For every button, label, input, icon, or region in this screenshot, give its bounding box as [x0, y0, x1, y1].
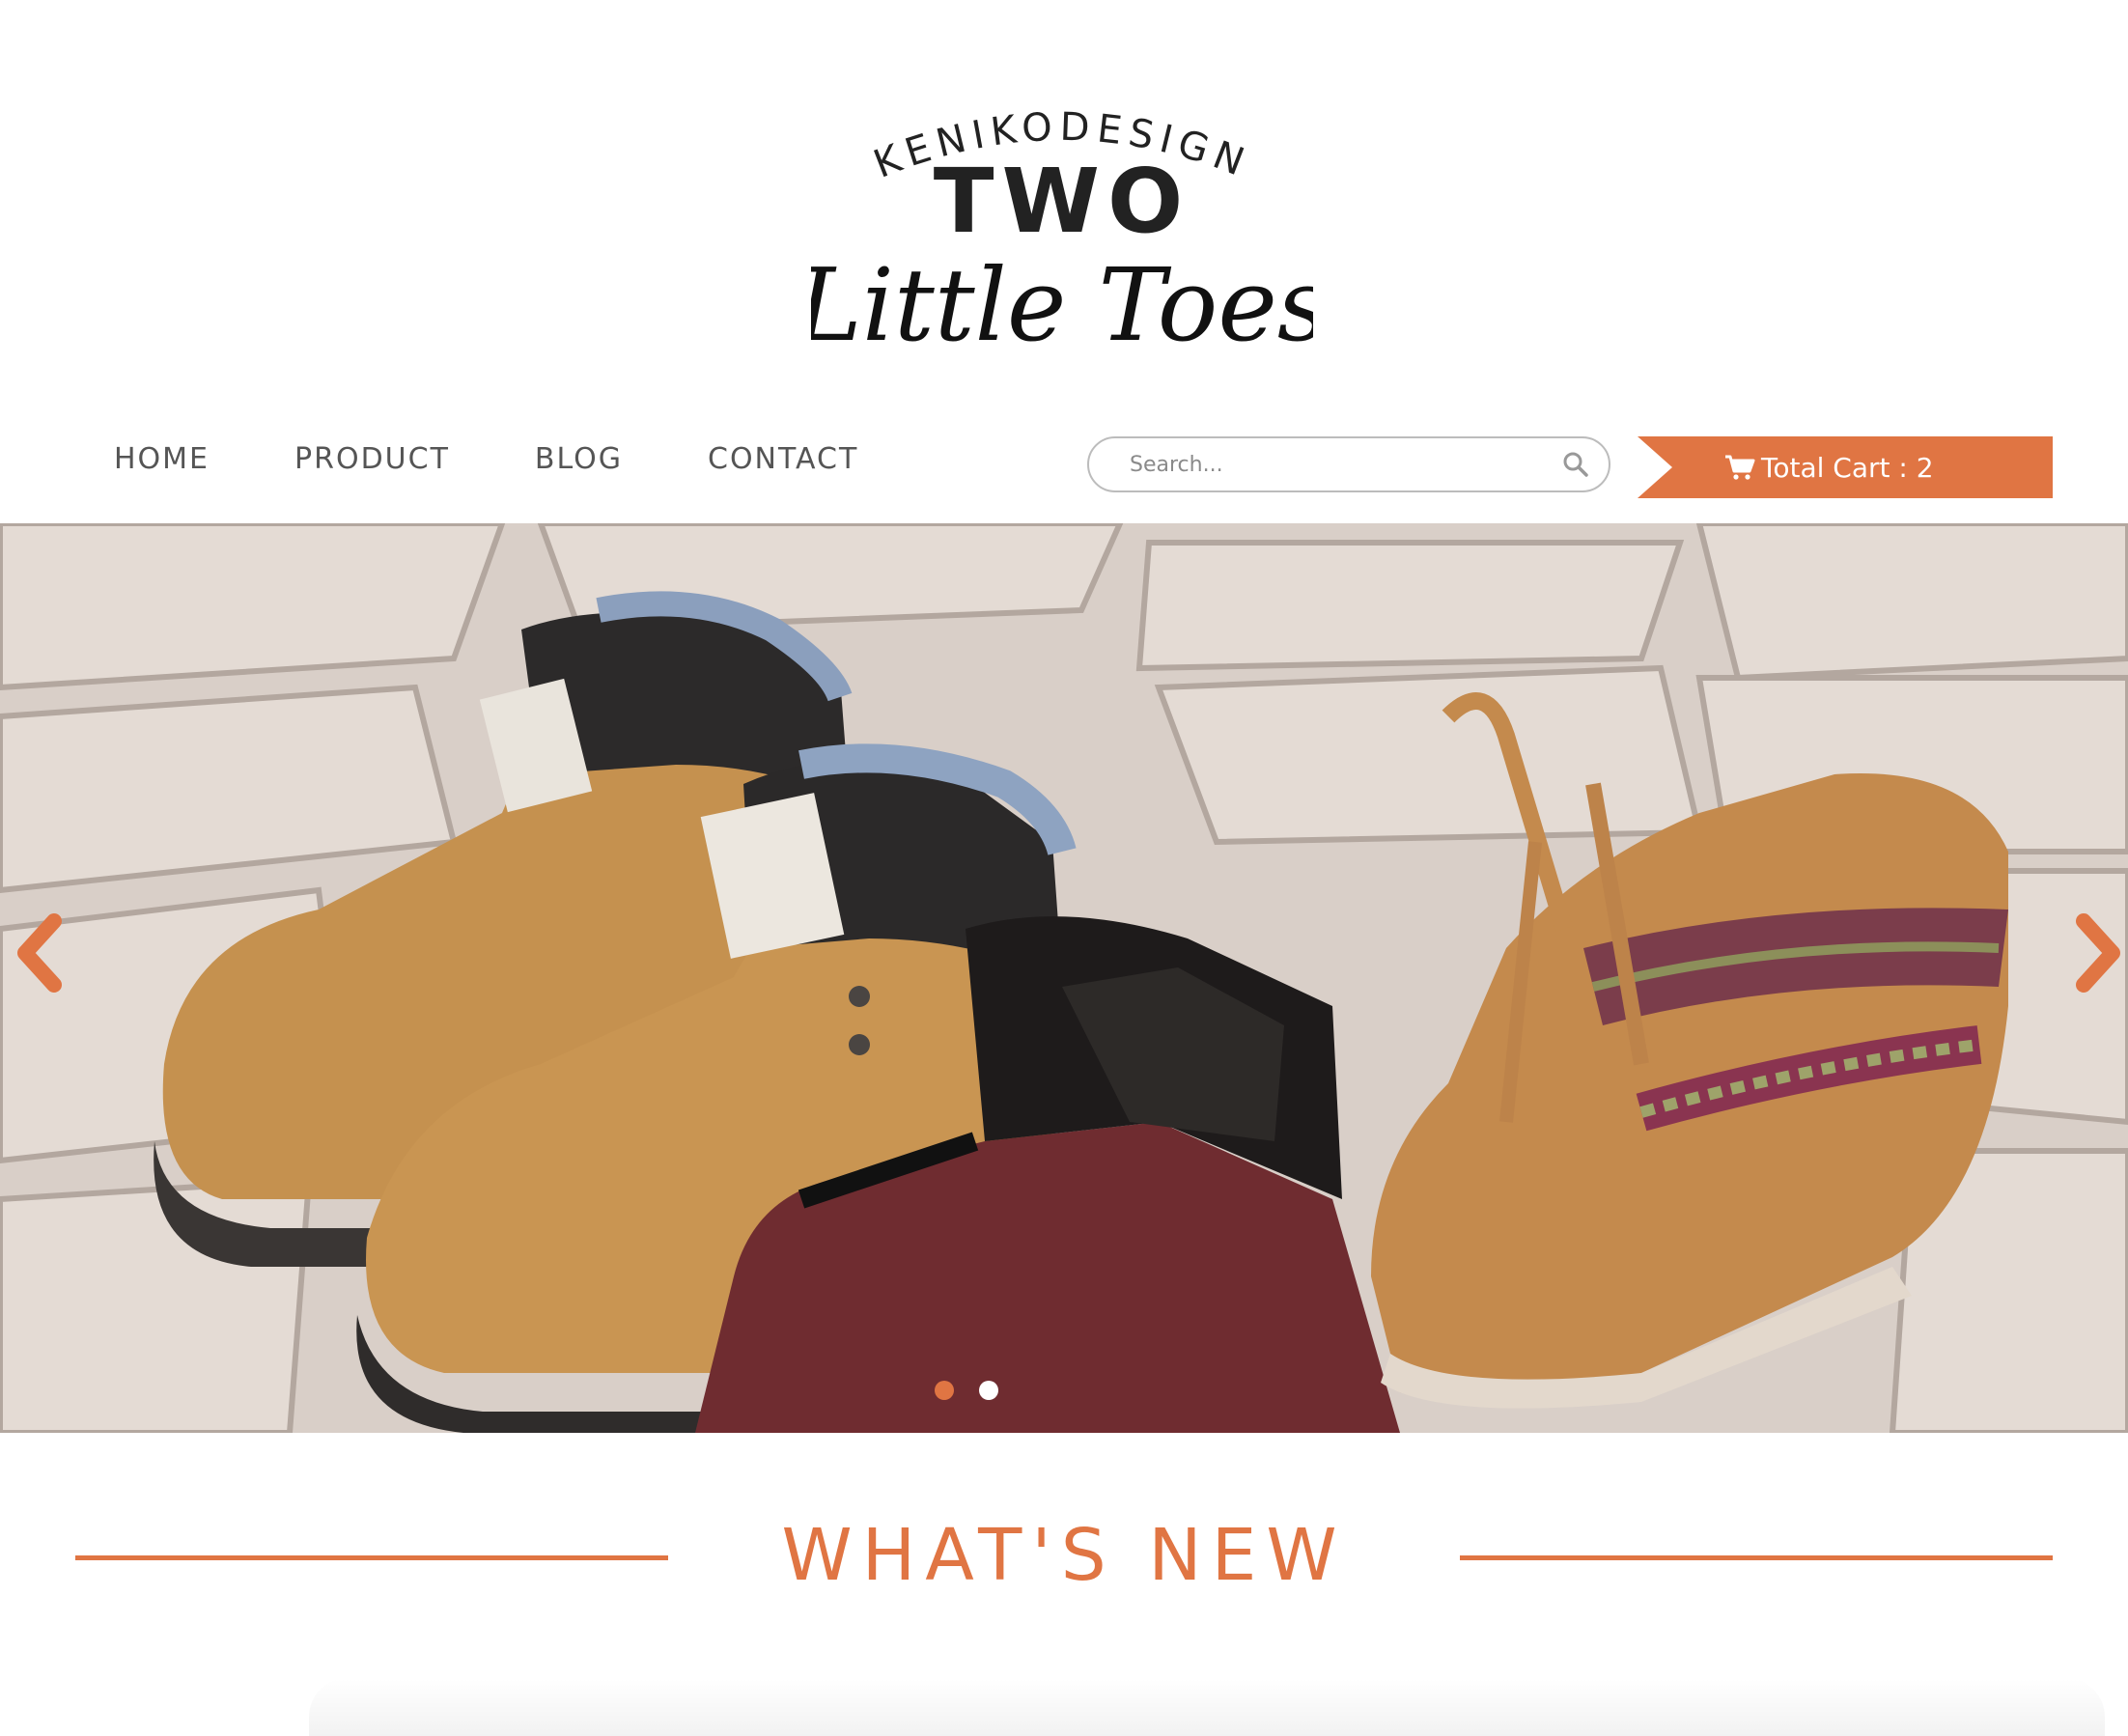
cart-button[interactable]: Total Cart : 2: [1638, 436, 2053, 498]
chevron-right-icon[interactable]: [2068, 910, 2126, 996]
whats-new-heading: WHAT'S NEW: [0, 1514, 2128, 1601]
nav-product[interactable]: PRODUCT: [294, 442, 450, 476]
slider-dot-1[interactable]: [935, 1381, 954, 1400]
cart-icon: [1725, 455, 1755, 480]
main-nav: HOME PRODUCT BLOG CONTACT: [114, 442, 943, 476]
content-card-edge: [309, 1678, 2105, 1736]
brand-logo[interactable]: KENIKODESIGN TWO Little Toes: [811, 87, 1313, 367]
nav-blog[interactable]: BLOG: [535, 442, 623, 476]
search-icon[interactable]: [1562, 451, 1589, 478]
hero-image: [0, 523, 2128, 1433]
nav-home[interactable]: HOME: [114, 442, 210, 476]
slider-dot-2[interactable]: [979, 1381, 998, 1400]
slider-dots: [935, 1381, 1023, 1400]
hero-slider: [0, 523, 2128, 1433]
nav-contact[interactable]: CONTACT: [708, 442, 858, 476]
search-box: [1087, 436, 1610, 492]
chevron-left-icon[interactable]: [12, 910, 70, 996]
logo-script-text: Little Toes: [811, 246, 1313, 364]
logo-middle-text: TWO: [934, 150, 1190, 253]
search-input[interactable]: [1128, 451, 1547, 478]
cart-label: Total Cart : 2: [1761, 451, 1934, 484]
heading-rule-right: [1460, 1555, 2053, 1560]
